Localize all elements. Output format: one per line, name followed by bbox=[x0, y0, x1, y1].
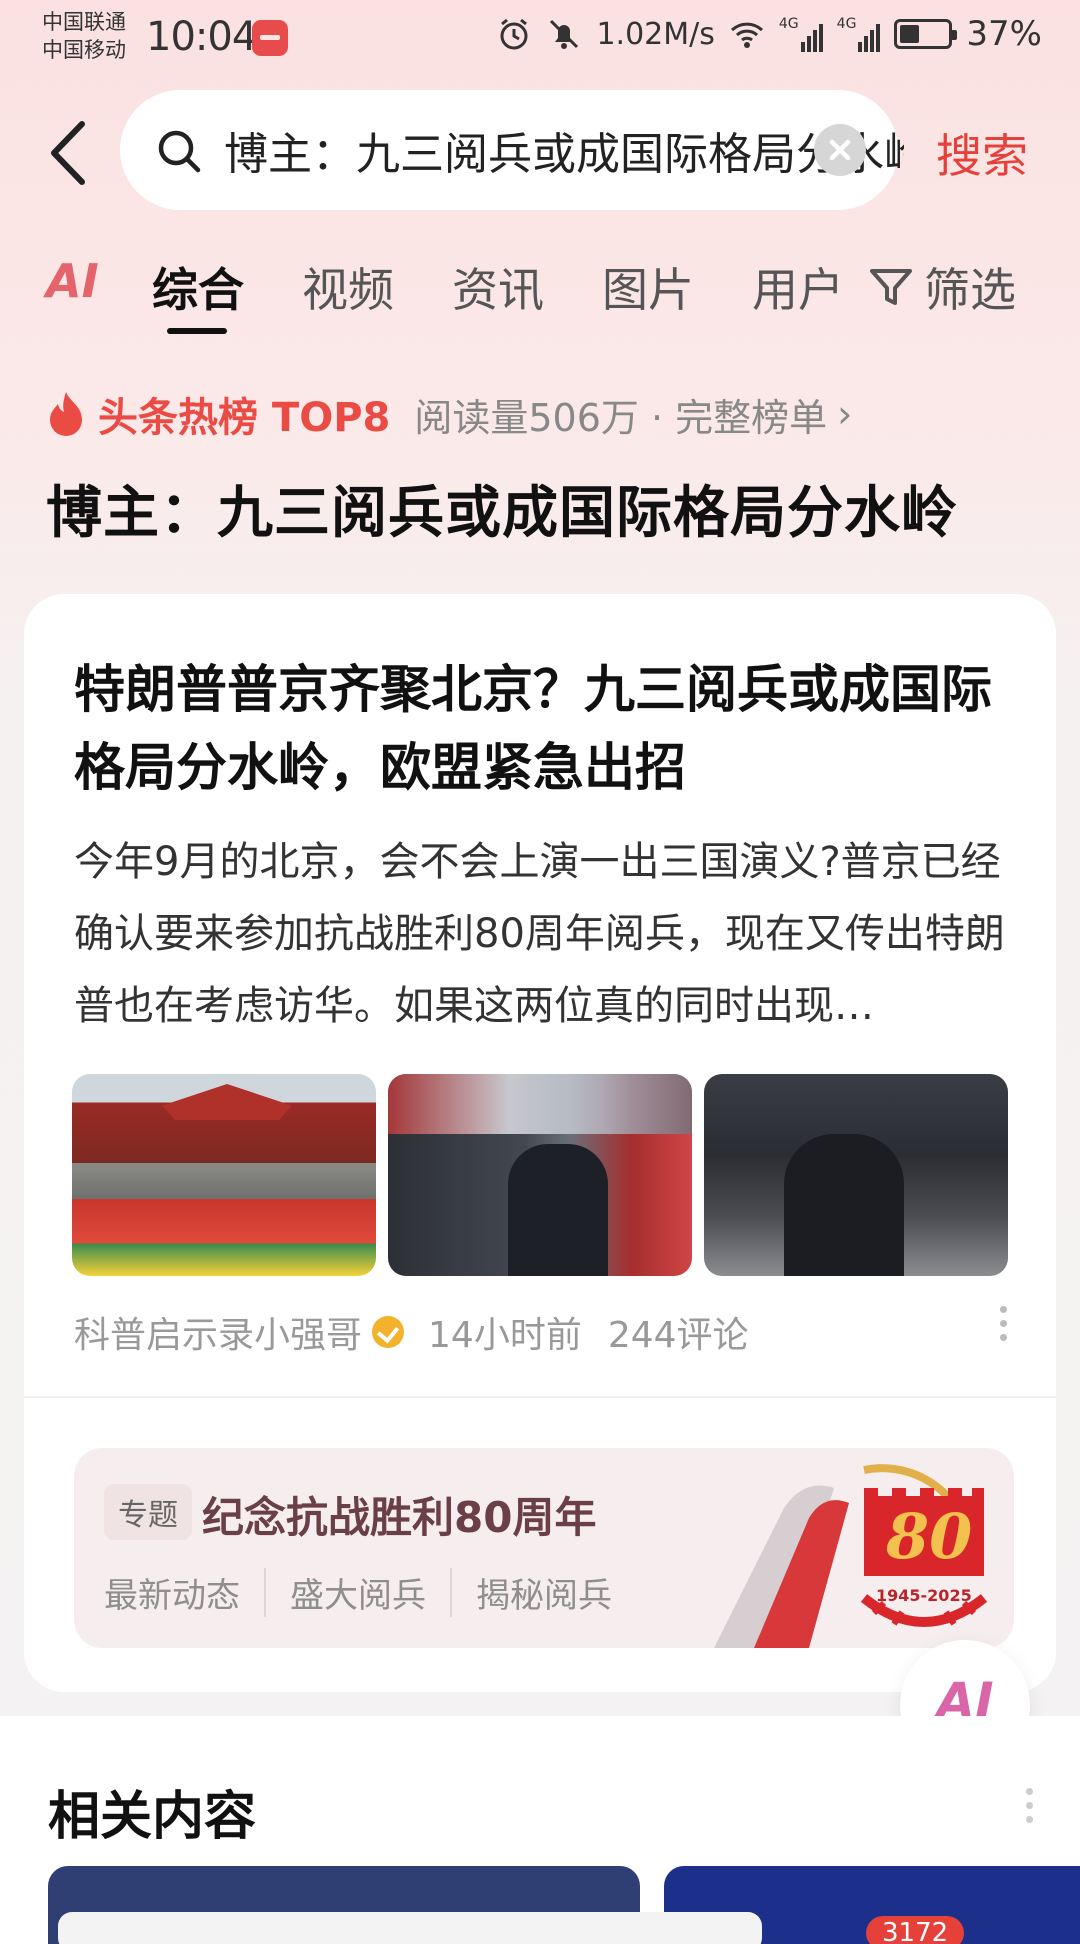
special-topic-links: 最新动态 盛大阅兵 揭秘阅兵 bbox=[104, 1568, 660, 1617]
mute-bell-icon bbox=[550, 19, 579, 49]
thumbnail-crowd[interactable] bbox=[704, 1074, 1008, 1276]
signal-4g-1: 4G bbox=[779, 16, 823, 52]
special-topic-title[interactable]: 纪念抗战胜利80周年 bbox=[202, 1484, 596, 1545]
clear-icon[interactable] bbox=[814, 124, 866, 176]
network-speed: 1.02M/s bbox=[596, 16, 715, 52]
filter-label: 筛选 bbox=[924, 263, 1016, 317]
search-button[interactable]: 搜索 bbox=[936, 120, 1028, 186]
article-summary[interactable]: 今年9月的北京，会不会上演一出三国演义?普京已经确认要来参加抗战胜利80周年阅兵… bbox=[74, 826, 1024, 1042]
topic-title: 博主：九三阅兵或成国际格局分水岭 bbox=[46, 481, 958, 546]
more-options-icon[interactable] bbox=[1024, 1788, 1034, 1828]
comment-count-badge[interactable]: 3172 bbox=[866, 1916, 965, 1944]
battery-percent: 37% bbox=[966, 14, 1042, 54]
article-thumbnails[interactable] bbox=[72, 1074, 1008, 1276]
filter-icon bbox=[870, 269, 912, 305]
filter-button[interactable]: 筛选 bbox=[868, 254, 1016, 320]
special-topic-banner[interactable]: 专题 纪念抗战胜利80周年 最新动态 盛大阅兵 揭秘阅兵 80 1945-202… bbox=[74, 1448, 1014, 1648]
article-title[interactable]: 特朗普普京齐聚北京？九三阅兵或成国际格局分水岭，欧盟紧急出招 bbox=[74, 652, 1024, 808]
article-card[interactable]: 特朗普普京齐聚北京？九三阅兵或成国际格局分水岭，欧盟紧急出招 今年9月的北京，会… bbox=[24, 594, 1056, 1692]
more-options-icon[interactable] bbox=[998, 1306, 1008, 1346]
hot-list-label: 头条热榜 TOP8 bbox=[98, 395, 391, 441]
tab-news[interactable]: 资讯 bbox=[452, 254, 544, 320]
search-box[interactable] bbox=[120, 90, 904, 210]
verified-icon bbox=[372, 1316, 405, 1348]
status-bar: 中国联通 中国移动 10:04 1.02M/s 4G 4G 37% bbox=[0, 0, 1080, 80]
special-link-reveal[interactable]: 揭秘阅兵 bbox=[476, 1568, 636, 1617]
carrier-1: 中国联通 bbox=[42, 10, 126, 34]
app-notification-icon bbox=[252, 20, 288, 56]
battery-icon bbox=[894, 19, 958, 49]
hot-list-meta: 阅读量506万 · 完整榜单 bbox=[414, 395, 828, 440]
flame-icon bbox=[50, 392, 82, 436]
status-icons: 1.02M/s 4G 4G 37% bbox=[496, 14, 1042, 54]
carrier-2: 中国移动 bbox=[42, 38, 126, 62]
signal-4g-2: 4G bbox=[837, 16, 881, 52]
author-name[interactable]: 科普启示录小强哥 bbox=[74, 1306, 362, 1358]
thumbnail-handshake[interactable] bbox=[388, 1074, 692, 1276]
clock: 10:04 bbox=[146, 14, 257, 60]
emblem-number: 80 bbox=[886, 1500, 973, 1573]
category-tabs: AI 综合 视频 资讯 图片 用户 筛选 bbox=[0, 250, 1080, 340]
related-title: 相关内容 bbox=[48, 1787, 257, 1847]
carrier-info: 中国联通 中国移动 bbox=[42, 8, 126, 64]
comment-input-bar[interactable] bbox=[58, 1912, 762, 1944]
tab-ai[interactable]: AI bbox=[46, 254, 99, 308]
tab-users[interactable]: 用户 bbox=[752, 254, 844, 320]
related-section: 相关内容 bbox=[0, 1716, 1080, 1944]
special-topic-tag: 专题 bbox=[104, 1484, 192, 1540]
article-meta: 科普启示录小强哥 14小时前 244评论 bbox=[74, 1306, 749, 1358]
divider bbox=[24, 1396, 1056, 1398]
search-icon bbox=[158, 130, 201, 173]
search-input[interactable] bbox=[224, 118, 904, 182]
wifi-icon bbox=[730, 22, 763, 48]
special-link-parade[interactable]: 盛大阅兵 bbox=[290, 1568, 452, 1617]
comment-count: 244评论 bbox=[607, 1315, 749, 1356]
alarm-icon bbox=[500, 18, 528, 50]
active-tab-indicator bbox=[167, 328, 227, 334]
tab-comprehensive[interactable]: 综合 bbox=[152, 254, 244, 320]
publish-time: 14小时前 bbox=[428, 1315, 582, 1356]
anniversary-emblem: 80 1945-2025 bbox=[714, 1448, 1014, 1648]
emblem-years: 1945-2025 bbox=[876, 1586, 972, 1605]
thumbnail-parade[interactable] bbox=[72, 1074, 376, 1276]
back-arrow-icon[interactable] bbox=[44, 118, 94, 188]
search-row: 搜索 bbox=[0, 90, 1080, 210]
special-link-latest[interactable]: 最新动态 bbox=[104, 1568, 266, 1617]
tab-video[interactable]: 视频 bbox=[302, 254, 394, 320]
chevron-right-icon: › bbox=[837, 392, 853, 436]
tab-images[interactable]: 图片 bbox=[602, 254, 694, 320]
hot-list-row[interactable]: 头条热榜 TOP8 阅读量506万 · 完整榜单 › bbox=[46, 384, 852, 444]
